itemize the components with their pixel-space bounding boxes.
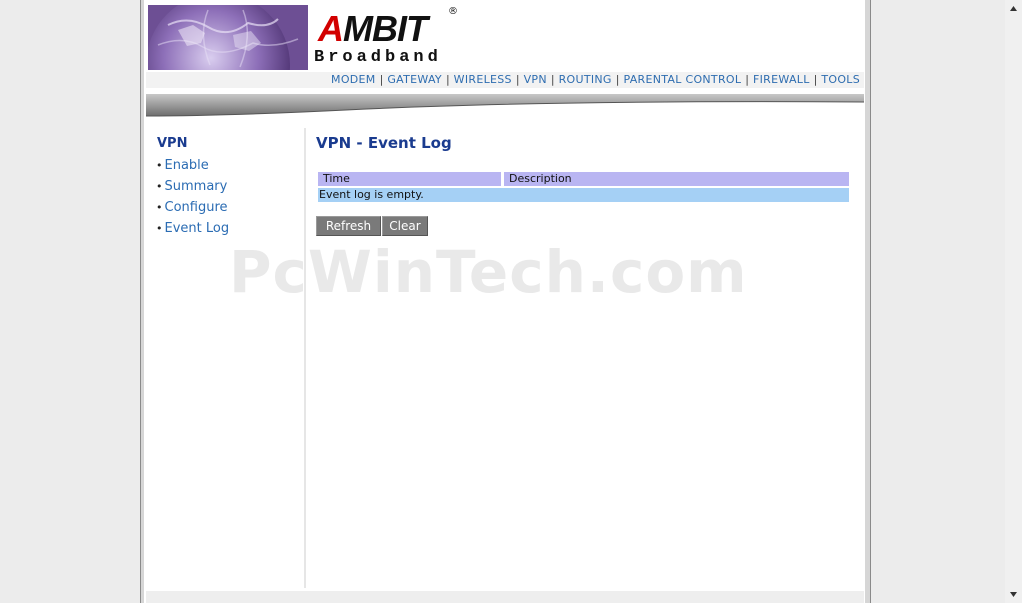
nav-separator: |	[813, 73, 818, 86]
nav-separator: |	[550, 73, 555, 86]
sidebar-item-label: Enable	[164, 158, 209, 173]
sidebar-item-configure[interactable]: • Configure	[156, 200, 228, 215]
nav-separator: |	[445, 73, 450, 86]
scroll-up-arrow-icon[interactable]	[1005, 0, 1022, 17]
sidebar-item-label: Configure	[164, 200, 228, 215]
sidebar-item-label: Summary	[164, 179, 228, 194]
nav-separator: |	[515, 73, 520, 86]
nav-vpn[interactable]: VPN	[524, 73, 547, 86]
table-row-empty-message: Event log is empty.	[318, 188, 849, 202]
sidebar-item-label: Event Log	[164, 221, 230, 236]
bullet-icon: •	[156, 201, 163, 214]
nav-parental-control[interactable]: PARENTAL CONTROL	[623, 73, 741, 86]
column-header-description: Description	[504, 172, 849, 186]
vertical-scrollbar[interactable]	[1005, 0, 1022, 603]
nav-wireless[interactable]: WIRELESS	[454, 73, 512, 86]
bottom-bar	[146, 591, 864, 603]
nav-tools[interactable]: TOOLS	[821, 73, 860, 86]
page-title: VPN - Event Log	[316, 134, 452, 152]
refresh-button[interactable]: Refresh	[316, 216, 381, 236]
column-header-time: Time	[318, 172, 501, 186]
nav-separator: |	[379, 73, 384, 86]
bullet-icon: •	[156, 159, 163, 172]
frame-edge-right	[865, 0, 870, 603]
sidebar-title: VPN	[157, 136, 188, 151]
nav-separator: |	[615, 73, 620, 86]
globe-banner-image	[148, 5, 308, 70]
bullet-icon: •	[156, 222, 163, 235]
nav-modem[interactable]: MODEM	[331, 73, 376, 86]
clear-button[interactable]: Clear	[382, 216, 428, 236]
top-nav: MODEM | GATEWAY | WIRELESS | VPN | ROUTING | PAREN…	[146, 72, 864, 88]
scroll-down-arrow-icon[interactable]	[1005, 586, 1022, 603]
bullet-icon: •	[156, 180, 163, 193]
brand-logo: AMBIT	[318, 8, 428, 49]
header-swoosh-divider	[146, 88, 864, 120]
frame-edge-left	[141, 0, 144, 603]
sidebar-item-summary[interactable]: • Summary	[156, 179, 227, 194]
header: AMBIT ® Broadband	[146, 4, 864, 72]
nav-firewall[interactable]: FIREWALL	[753, 73, 810, 86]
sidebar: VPN • Enable • Summary • Configure • Event L…	[146, 128, 306, 588]
brand-subtitle: Broadband	[314, 48, 442, 67]
nav-gateway[interactable]: GATEWAY	[387, 73, 442, 86]
nav-separator: |	[745, 73, 749, 86]
sidebar-item-enable[interactable]: • Enable	[156, 158, 209, 173]
watermark-text: PcWinTech.com	[229, 238, 748, 306]
nav-routing[interactable]: ROUTING	[559, 73, 612, 86]
event-log-table-header: Time Description	[318, 172, 849, 186]
sidebar-item-event-log[interactable]: • Event Log	[156, 221, 229, 236]
registered-mark: ®	[448, 6, 458, 17]
